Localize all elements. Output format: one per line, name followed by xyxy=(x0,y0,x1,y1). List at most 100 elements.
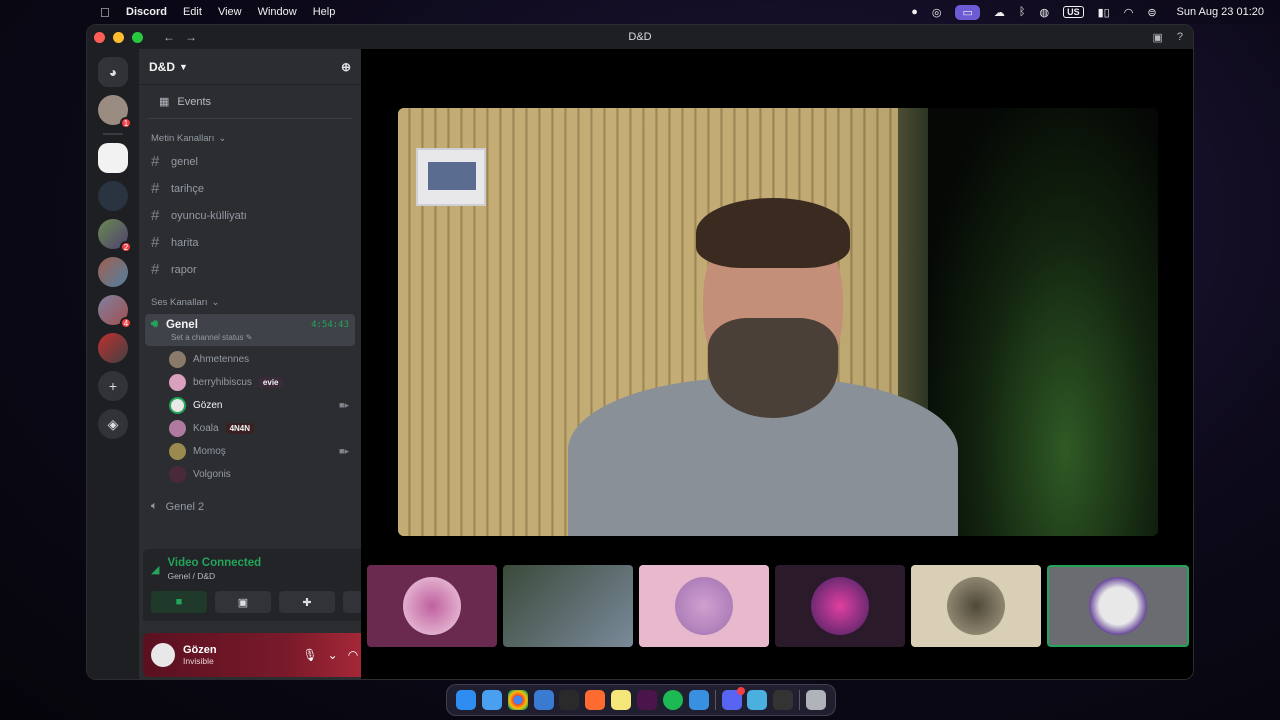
server-folder-1[interactable]: 2 xyxy=(98,219,132,253)
guild-header[interactable]: D&D ▼ ⊕ xyxy=(139,49,361,85)
server-folder-3[interactable]: 4 xyxy=(98,295,132,329)
help-icon[interactable]: ? xyxy=(1177,31,1183,44)
history-nav: ← → xyxy=(163,30,197,44)
xcode-icon[interactable] xyxy=(533,690,554,710)
participant-video-tile[interactable] xyxy=(503,565,633,647)
server-folder-4[interactable] xyxy=(98,333,128,363)
battery-icon[interactable]: ▮▯ xyxy=(1098,6,1110,19)
server-folder-2[interactable] xyxy=(98,257,128,287)
dock-separator xyxy=(714,690,716,710)
headphones-icon[interactable]: ◠ xyxy=(348,648,358,662)
apple-icon[interactable]:  xyxy=(100,5,114,20)
discover-button[interactable]: ◈ xyxy=(98,409,128,439)
activity-monitor-icon[interactable] xyxy=(773,690,794,710)
screen-share-button[interactable]: ▣ xyxy=(215,591,271,613)
channel-rapor[interactable]: # rapor xyxy=(139,256,361,283)
dm-avatar[interactable]: 1 xyxy=(98,95,132,129)
voice-channel-genel-2[interactable]: 🔈︎ Genel 2 xyxy=(139,486,361,527)
menu-edit[interactable]: Edit xyxy=(183,6,202,18)
user-name[interactable]: Gözen xyxy=(183,644,217,656)
voice-channel-genel[interactable]: 🔊︎ Genel 4:54:43 Set a channel status ✎ xyxy=(145,314,355,346)
member-name: Gözen xyxy=(193,400,223,411)
participant-tile[interactable] xyxy=(775,565,905,647)
channel-genel[interactable]: # genel xyxy=(139,148,361,175)
signal-icon[interactable]: ◢ xyxy=(151,563,159,576)
keyboard-layout-indicator[interactable]: US xyxy=(1063,6,1084,18)
voice-member[interactable]: Gözen ■▸ xyxy=(139,394,361,417)
channel-tarihce[interactable]: # tarihçe xyxy=(139,175,361,202)
channel-harita[interactable]: # harita xyxy=(139,229,361,256)
participant-tile[interactable] xyxy=(367,565,497,647)
finder-icon[interactable] xyxy=(455,690,476,710)
inbox-icon[interactable]: ▣ xyxy=(1152,31,1162,44)
avatar[interactable] xyxy=(151,643,175,667)
voice-member[interactable]: Volgonis xyxy=(139,463,361,486)
participant-tile[interactable] xyxy=(639,565,769,647)
channel-status-input[interactable]: Set a channel status ✎ xyxy=(151,333,349,342)
discord-dock-icon[interactable] xyxy=(721,687,745,710)
macos-dock xyxy=(446,684,836,716)
mic-icon[interactable]: 🎙︎ xyxy=(302,648,317,662)
invite-icon[interactable]: ⊕ xyxy=(341,60,351,74)
back-arrow-icon[interactable]: ← xyxy=(163,30,175,44)
zoom-window-button[interactable] xyxy=(132,31,143,43)
chrome-icon[interactable] xyxy=(507,690,528,710)
events-item[interactable]: ▦ Events xyxy=(147,85,353,119)
voice-member[interactable]: berryhibiscus evie xyxy=(139,371,361,394)
voice-member[interactable]: Koala 4N4N xyxy=(139,417,361,440)
trash-icon[interactable] xyxy=(806,690,827,710)
control-center-icon[interactable]: ⊜ xyxy=(1147,6,1156,19)
titlebar-actions: ▣ ? xyxy=(1152,31,1183,44)
notes-icon[interactable] xyxy=(611,690,632,710)
activities-button[interactable]: ✚ xyxy=(279,591,335,613)
add-server-button[interactable]: + xyxy=(98,371,128,401)
record-icon[interactable]: ● xyxy=(911,6,918,18)
gamepad-icon[interactable]: ◍ xyxy=(1039,6,1049,19)
menu-view[interactable]: View xyxy=(218,6,242,18)
server-icon-2[interactable] xyxy=(98,181,128,211)
claude-icon[interactable] xyxy=(585,690,606,710)
text-category-label: Metin Kanalları xyxy=(151,133,215,144)
screen-share-icon: ▣ xyxy=(237,596,249,609)
voice-member[interactable]: Ahmetennes xyxy=(139,348,361,371)
hash-icon: # xyxy=(151,234,160,251)
screen-share-menubar-icon[interactable]: ▭ xyxy=(955,4,980,20)
app-store-icon[interactable] xyxy=(688,690,709,710)
discord-home-button[interactable]: ◕ xyxy=(98,57,128,87)
camera-icon: ■▸ xyxy=(339,400,349,410)
activities-icon: ✚ xyxy=(302,596,312,609)
connection-status[interactable]: Video Connected xyxy=(167,557,261,569)
text-category[interactable]: Metin Kanalları ⌄ xyxy=(139,119,361,148)
channel-oyuncu-kulliyati[interactable]: # oyuncu-külliyatı xyxy=(139,202,361,229)
menubar-clock[interactable]: Sun Aug 23 01:20 xyxy=(1177,6,1264,18)
unity-icon[interactable] xyxy=(559,690,580,710)
forward-arrow-icon[interactable]: → xyxy=(185,30,197,44)
chatgpt-icon[interactable]: ◎ xyxy=(932,6,942,19)
main-video-tile[interactable] xyxy=(398,108,1158,536)
connection-channel[interactable]: Genel / D&D xyxy=(167,571,261,581)
utility-app-icon[interactable] xyxy=(747,690,768,710)
spotify-icon[interactable] xyxy=(662,690,683,710)
minimize-window-button[interactable] xyxy=(113,31,124,43)
participant-tile-self[interactable] xyxy=(1047,565,1189,647)
chevron-down-icon[interactable]: ⌄ xyxy=(328,648,338,662)
bluetooth-icon[interactable]: ᛒ xyxy=(1019,6,1026,18)
wifi-icon[interactable]: ◠ xyxy=(1124,6,1134,19)
menu-window[interactable]: Window xyxy=(258,6,297,18)
voice-category[interactable]: Ses Kanalları ⌄ xyxy=(139,283,361,312)
menu-app-name[interactable]: Discord xyxy=(126,6,167,18)
participant-tile[interactable] xyxy=(911,565,1041,647)
camera-toggle-button[interactable]: ■ xyxy=(151,591,207,613)
mail-icon[interactable] xyxy=(481,690,502,710)
channel-label: oyuncu-külliyatı xyxy=(171,209,247,222)
cloud-icon[interactable]: ☁ xyxy=(994,6,1005,19)
server-icon-dnd[interactable] xyxy=(98,143,128,173)
menu-help[interactable]: Help xyxy=(313,6,336,18)
user-status[interactable]: Invisible xyxy=(183,656,217,666)
participant-strip xyxy=(367,565,1189,647)
close-window-button[interactable] xyxy=(94,31,105,43)
member-name: berryhibiscus xyxy=(193,377,252,388)
slack-icon[interactable] xyxy=(637,690,658,710)
voice-member[interactable]: Momoş ■▸ xyxy=(139,440,361,463)
plus-icon: + xyxy=(108,378,118,394)
